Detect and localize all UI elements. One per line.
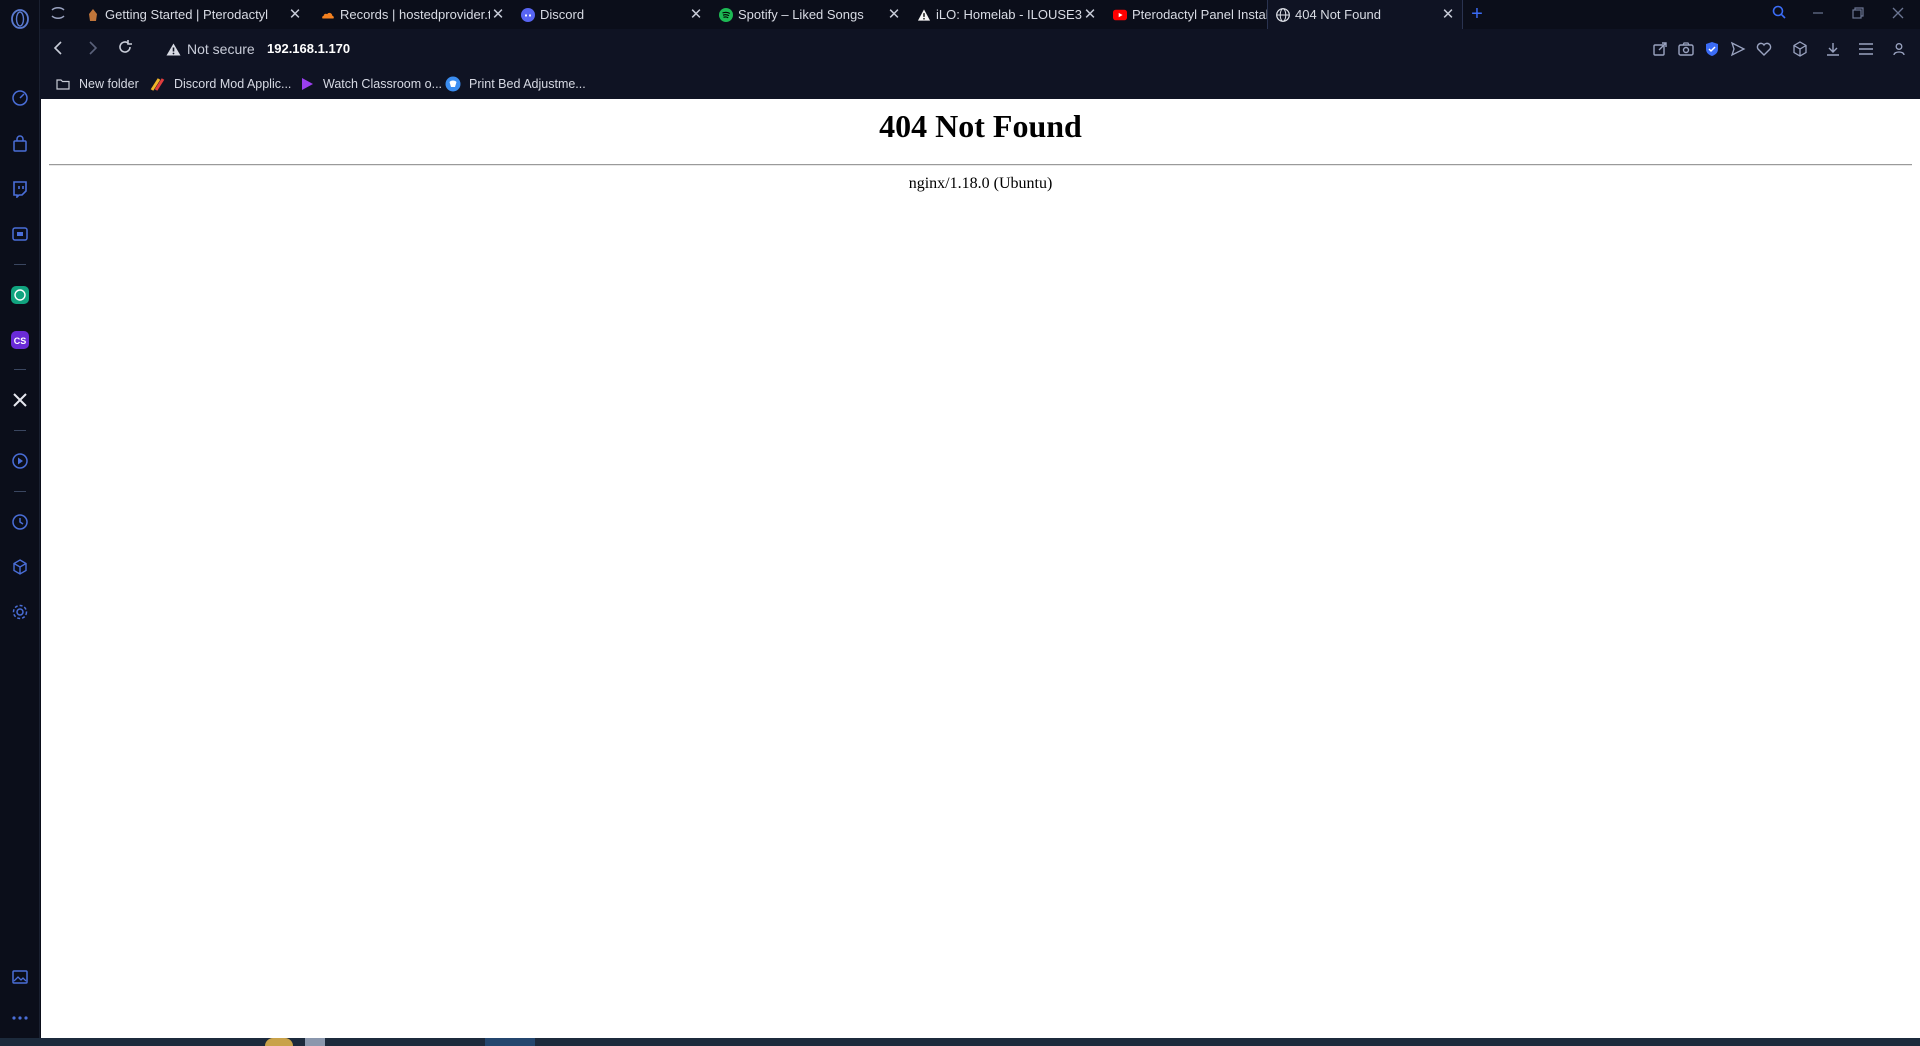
tab-title: Spotify – Liked Songs [738,7,864,22]
tab-search-icon[interactable] [1769,4,1789,24]
browser-window: CS Getting Started | Pterodactyl ✕ Recor… [0,0,1920,1046]
url-field[interactable]: 192.168.1.170 [267,41,350,56]
tab-ilo-homelab[interactable]: iLO: Homelab - ILOUSE340 ✕ [909,0,1104,29]
globe-favicon-icon [1276,7,1290,22]
taskbar-app-icon[interactable] [305,1038,325,1046]
favorite-heart-icon[interactable] [1754,39,1774,59]
page-divider [49,164,1912,166]
tab-title: iLO: Homelab - ILOUSE340 [936,7,1082,22]
extensions-cube-icon[interactable] [1790,39,1810,59]
bookmark-watch-classroom[interactable]: Watch Classroom o... [299,75,442,93]
cloudflare-favicon-icon [321,8,335,22]
tab-getting-started[interactable]: Getting Started | Pterodactyl ✕ [78,0,309,29]
tab-title: Getting Started | Pterodactyl [105,7,269,22]
history-icon[interactable] [8,510,32,534]
shopping-bag-icon[interactable] [8,132,32,156]
chatgpt-icon[interactable] [8,283,32,307]
forward-button[interactable] [82,39,102,59]
back-button[interactable] [49,39,69,59]
opera-logo-icon[interactable] [8,7,32,31]
close-window-button[interactable] [1888,4,1908,24]
tab-islands-toggle[interactable] [40,0,70,29]
tab-close-icon[interactable]: ✕ [1440,6,1456,23]
tab-close-icon[interactable]: ✕ [886,6,902,23]
tab-close-icon[interactable]: ✕ [287,6,303,23]
restore-button[interactable] [1848,4,1868,24]
tab-404-not-found[interactable]: 404 Not Found ✕ [1267,0,1463,29]
warning-icon [166,43,181,56]
tab-records[interactable]: Records | hostedprovider.tk ✕ [313,0,512,29]
discord-mod-icon [150,76,166,92]
folder-icon [55,76,71,92]
more-options-icon[interactable] [8,1006,32,1030]
discord-favicon-icon [521,7,535,22]
tab-close-icon[interactable]: ✕ [688,6,704,23]
sidebar: CS [0,0,40,1046]
vpn-shield-icon[interactable] [1702,39,1722,59]
reload-button[interactable] [115,39,135,59]
download-icon[interactable] [1823,39,1843,59]
tab-title: Discord [540,7,585,22]
player-icon[interactable] [8,449,32,473]
page-viewport: 404 Not Found nginx/1.18.0 (Ubuntu) [41,99,1920,1038]
cs-extension-icon[interactable]: CS [8,328,32,352]
tab-close-icon[interactable]: ✕ [490,6,506,23]
workspaces-icon[interactable] [8,222,32,246]
tab-discord[interactable]: Discord ✕ [513,0,710,29]
twitch-icon[interactable] [8,177,32,201]
address-toolbar: Not secure 192.168.1.170 [40,29,1920,69]
taskbar-app-icon[interactable] [485,1038,535,1046]
bookmarks-bar: New folder Discord Mod Applic... Watch C… [40,69,1920,99]
bookmark-label: New folder [79,77,139,91]
sidebar-divider [14,369,26,370]
svg-text:CS: CS [14,336,27,346]
send-flow-icon[interactable] [1728,39,1748,59]
play-icon [299,76,315,92]
youtube-favicon-icon [1113,8,1127,22]
server-signature: nginx/1.18.0 (Ubuntu) [908,175,1053,192]
pterodactyl-favicon-icon [86,8,100,22]
bookmark-label: Discord Mod Applic... [174,77,292,91]
bookmark-new-folder[interactable]: New folder [55,75,139,93]
bookmark-print-bed[interactable]: Print Bed Adjustme... [445,75,586,93]
tab-title: Records | hostedprovider.tk [340,7,490,22]
security-label: Not secure [187,41,255,57]
taskbar-strip [0,1038,1920,1046]
minimize-button[interactable] [1808,4,1828,24]
warning-favicon-icon [917,8,931,22]
extensions-cube-icon[interactable] [8,555,32,579]
easy-setup-menu-icon[interactable] [1856,39,1876,59]
speed-dial-icon[interactable] [8,86,32,110]
sidebar-divider [14,491,26,492]
tab-close-icon[interactable]: ✕ [1082,6,1098,23]
profile-icon[interactable] [1889,39,1909,59]
snapshot-camera-icon[interactable] [1676,39,1696,59]
x-twitter-icon[interactable] [8,388,32,412]
tab-bar: Getting Started | Pterodactyl ✕ Records … [40,0,1920,29]
tab-title: 404 Not Found [1295,7,1382,22]
tab-spotify[interactable]: Spotify – Liked Songs ✕ [711,0,908,29]
new-tab-button[interactable]: + [1467,4,1487,24]
bookmark-discord-mod[interactable]: Discord Mod Applic... [150,75,291,93]
page-title: 404 Not Found [879,108,1082,144]
taskbar-app-icon[interactable] [265,1038,293,1046]
bookmark-label: Watch Classroom o... [323,77,443,91]
settings-gear-icon[interactable] [8,600,32,624]
sidebar-divider [14,430,26,431]
security-indicator[interactable]: Not secure [166,41,255,57]
spotify-favicon-icon [719,7,733,22]
print-bed-icon [445,76,461,92]
share-edit-icon[interactable] [1650,39,1670,59]
gallery-icon[interactable] [8,965,32,989]
bookmark-label: Print Bed Adjustme... [469,77,586,91]
sidebar-divider [14,264,26,265]
tab-title: Pterodactyl Panel Install [E [1132,7,1285,22]
tab-menu-icon [50,7,66,22]
